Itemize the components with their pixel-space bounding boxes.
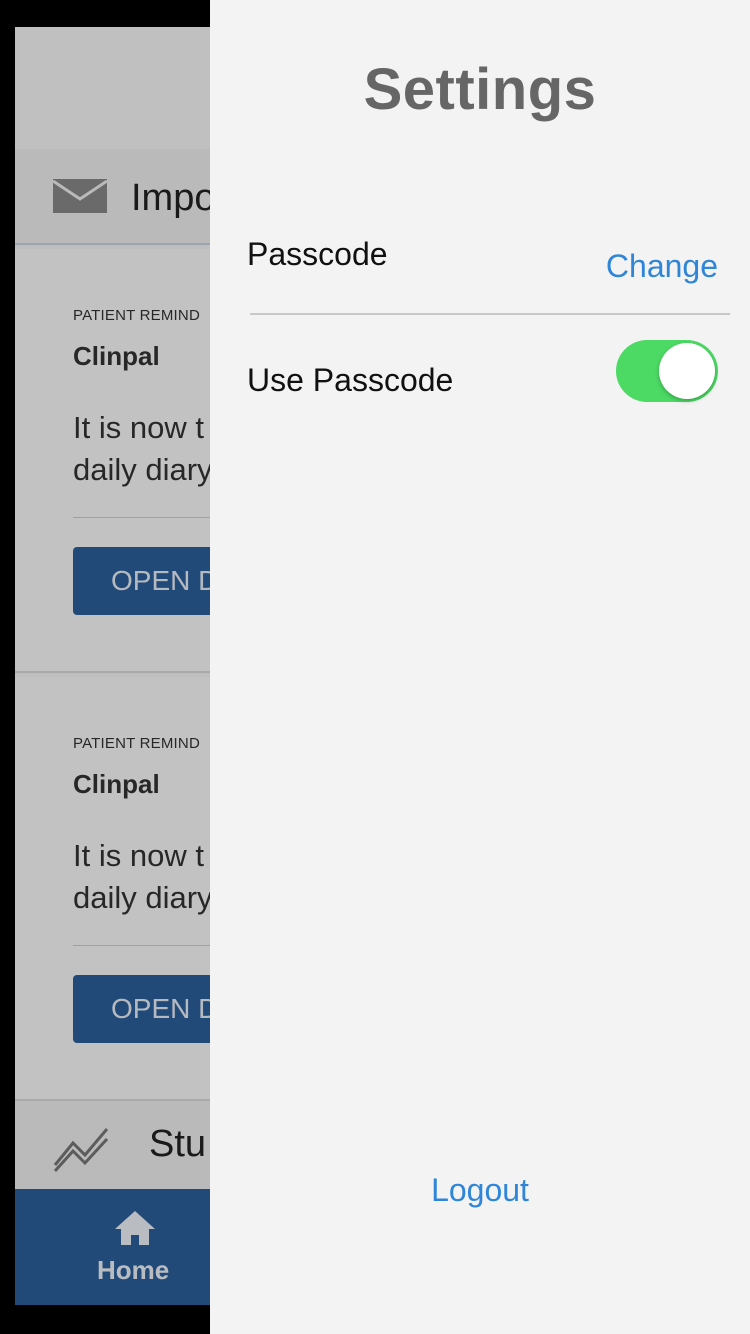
card-sender: Clinpal (73, 769, 160, 799)
settings-drawer: Settings Passcode Change Use Passcode Lo… (210, 0, 750, 1334)
home-icon (115, 1211, 155, 1245)
study-section-title: Stu (149, 1123, 207, 1165)
use-passcode-label: Use Passcode (247, 362, 454, 398)
card-kicker: PATIENT REMIND (73, 735, 200, 752)
drawer-title: Settings (363, 57, 597, 122)
tab-home-label: Home (97, 1255, 170, 1285)
important-section-title: Impo (131, 177, 216, 219)
use-passcode-toggle[interactable] (616, 340, 718, 402)
logout-link[interactable]: Logout (210, 1172, 750, 1209)
toggle-knob (659, 343, 715, 399)
card-sender: Clinpal (73, 341, 160, 371)
change-passcode-link[interactable]: Change (606, 248, 718, 285)
trend-chart-icon (53, 1128, 109, 1173)
card-kicker: PATIENT REMIND (73, 307, 200, 324)
passcode-label: Passcode (247, 236, 388, 272)
mail-icon (53, 179, 107, 213)
row-divider (250, 313, 730, 315)
